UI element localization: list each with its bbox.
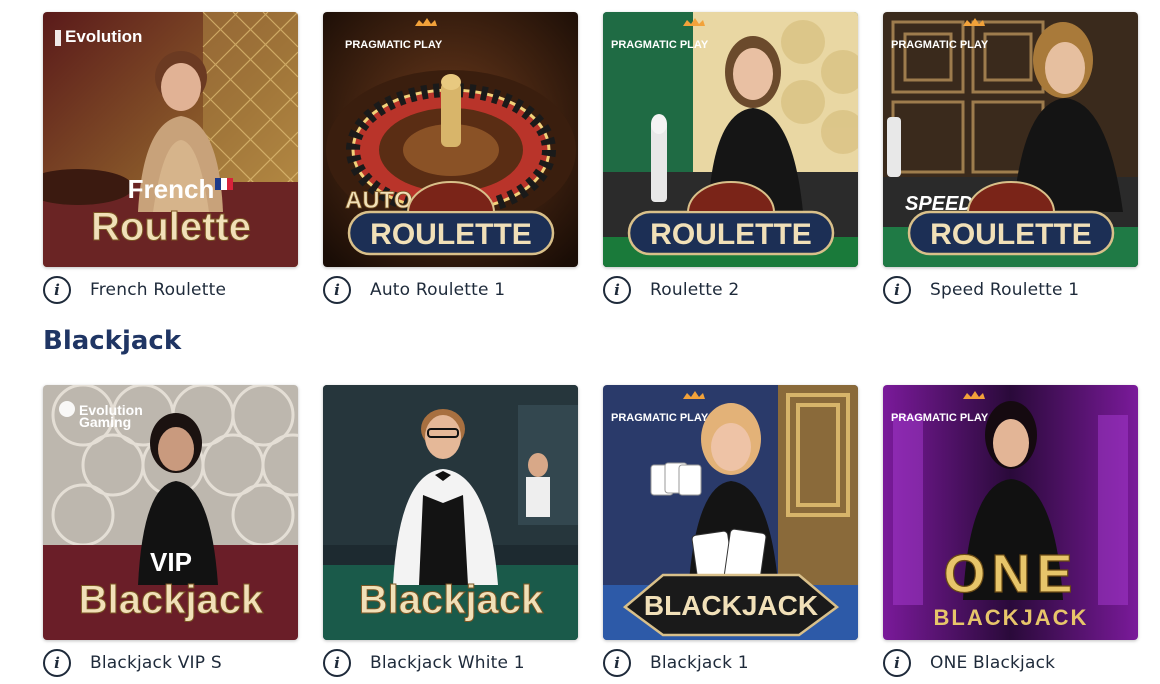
roulette-games-row: Evolution French Roulette i French Roule…: [43, 12, 1138, 305]
game-artwork: PRAGMATIC PLAY ROULETTE: [603, 12, 858, 267]
game-artwork: PRAGMATIC PLAY ONE BLACKJACK: [883, 385, 1138, 640]
game-card-blackjack-1: PRAGMATIC PLAY BLACKJACK i Blackjack 1: [603, 385, 858, 678]
game-name[interactable]: Blackjack 1: [650, 653, 749, 673]
game-card-one-blackjack: PRAGMATIC PLAY ONE BLACKJACK i ONE Black…: [883, 385, 1138, 678]
evolution-logo-icon: [59, 401, 75, 417]
game-meta: i ONE Blackjack: [883, 648, 1138, 678]
info-icon[interactable]: i: [43, 649, 71, 677]
game-meta: i Roulette 2: [603, 275, 858, 305]
game-meta: i Speed Roulette 1: [883, 275, 1138, 305]
info-icon[interactable]: i: [883, 276, 911, 304]
banner-subtitle: ONE: [943, 544, 1078, 604]
banner-title: Blackjack: [359, 578, 544, 622]
section-title-blackjack: Blackjack: [43, 326, 182, 356]
game-card-roulette-2: PRAGMATIC PLAY ROULETTE i Roulette 2: [603, 12, 858, 305]
game-thumbnail[interactable]: PRAGMATIC PLAY BLACKJACK: [603, 385, 858, 640]
game-meta: i Auto Roulette 1: [323, 275, 578, 305]
game-thumbnail[interactable]: PRAGMATIC PLAY SPEED ROULETTE: [883, 12, 1138, 267]
banner-title: BLACKJACK: [644, 590, 818, 621]
banner-title: ROULETTE: [370, 218, 532, 251]
provider-logo: PRAGMATIC PLAY: [891, 39, 989, 51]
game-name[interactable]: Auto Roulette 1: [370, 280, 505, 300]
info-icon[interactable]: i: [323, 649, 351, 677]
game-card-auto-roulette-1: PRAGMATIC PLAY AUTO ROULETTE i Auto Roul…: [323, 12, 578, 305]
info-icon[interactable]: i: [43, 276, 71, 304]
game-meta: i Blackjack White 1: [323, 648, 578, 678]
blackjack-games-row: Evolution Gaming VIP Blackjack i Blackja…: [43, 385, 1138, 678]
banner-title: Roulette: [91, 205, 251, 249]
game-artwork: Evolution French Roulette: [43, 12, 298, 267]
game-artwork: Evolution Gaming VIP Blackjack: [43, 385, 298, 640]
banner-title: Blackjack: [79, 578, 264, 622]
game-thumbnail[interactable]: Blackjack: [323, 385, 578, 640]
provider-logo: PRAGMATIC PLAY: [891, 412, 989, 424]
game-name[interactable]: Blackjack White 1: [370, 653, 525, 673]
info-icon[interactable]: i: [323, 276, 351, 304]
game-artwork: Blackjack: [323, 385, 578, 640]
game-artwork: PRAGMATIC PLAY AUTO ROULETTE: [323, 12, 578, 267]
game-thumbnail[interactable]: Evolution Gaming VIP Blackjack: [43, 385, 298, 640]
banner-subtitle: VIP: [150, 547, 192, 577]
banner-title: ROULETTE: [650, 218, 812, 251]
banner-subtitle: French: [128, 174, 215, 204]
game-artwork: PRAGMATIC PLAY BLACKJACK: [603, 385, 858, 640]
game-name[interactable]: ONE Blackjack: [930, 653, 1055, 673]
banner-subtitle: AUTO: [345, 187, 413, 214]
game-name[interactable]: Roulette 2: [650, 280, 739, 300]
game-artwork: PRAGMATIC PLAY SPEED ROULETTE: [883, 12, 1138, 267]
banner-title: BLACKJACK: [934, 605, 1089, 630]
info-icon[interactable]: i: [603, 649, 631, 677]
game-thumbnail[interactable]: Evolution French Roulette: [43, 12, 298, 267]
game-name[interactable]: French Roulette: [90, 280, 226, 300]
game-card-french-roulette: Evolution French Roulette i French Roule…: [43, 12, 298, 305]
game-meta: i French Roulette: [43, 275, 298, 305]
info-icon[interactable]: i: [603, 276, 631, 304]
game-name[interactable]: Speed Roulette 1: [930, 280, 1079, 300]
game-thumbnail[interactable]: PRAGMATIC PLAY ROULETTE: [603, 12, 858, 267]
provider-logo: Evolution: [65, 27, 142, 46]
game-card-speed-roulette-1: PRAGMATIC PLAY SPEED ROULETTE i Speed Ro…: [883, 12, 1138, 305]
playing-cards-icon: [650, 462, 702, 496]
provider-logo: PRAGMATIC PLAY: [611, 39, 709, 51]
banner-title: ROULETTE: [930, 218, 1092, 251]
game-card-blackjack-vip-s: Evolution Gaming VIP Blackjack i Blackja…: [43, 385, 298, 678]
game-name[interactable]: Blackjack VIP S: [90, 653, 222, 673]
provider-logo: PRAGMATIC PLAY: [611, 412, 709, 424]
game-thumbnail[interactable]: PRAGMATIC PLAY ONE BLACKJACK: [883, 385, 1138, 640]
provider-logo: PRAGMATIC PLAY: [345, 39, 443, 51]
evolution-logo-icon: [55, 30, 61, 46]
game-thumbnail[interactable]: PRAGMATIC PLAY AUTO ROULETTE: [323, 12, 578, 267]
provider-logo-subtitle: Gaming: [79, 414, 131, 430]
game-card-blackjack-white-1: Blackjack i Blackjack White 1: [323, 385, 578, 678]
game-meta: i Blackjack VIP S: [43, 648, 298, 678]
info-icon[interactable]: i: [883, 649, 911, 677]
game-meta: i Blackjack 1: [603, 648, 858, 678]
